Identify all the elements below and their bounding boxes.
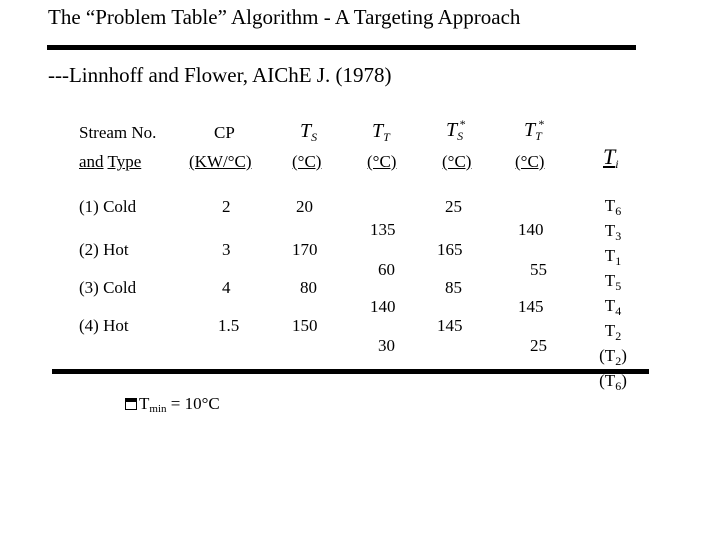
ti-item: (T6) bbox=[583, 371, 643, 396]
header-stream-line2: and Type bbox=[79, 152, 141, 172]
header-stream-and: and bbox=[79, 152, 104, 171]
header-stream-type: Type bbox=[107, 152, 142, 171]
row-4-ts-star: 145 bbox=[437, 316, 463, 335]
header-ti-symbol: Ti bbox=[603, 144, 619, 172]
header-ts-star-unit: (°C) bbox=[437, 152, 471, 172]
header-tt-unit: (°C) bbox=[367, 152, 397, 171]
row-2-stream: (2) Hot bbox=[79, 240, 129, 259]
tt-symbol: T bbox=[372, 120, 384, 142]
ts-star-sub: S bbox=[457, 129, 464, 143]
note-symbol: T bbox=[139, 394, 150, 413]
row-2-ts: 170 bbox=[292, 240, 318, 259]
header-stream-line1: Stream No. bbox=[79, 123, 157, 142]
ti-suffix: ) bbox=[621, 346, 627, 365]
row-3-tt: 140 bbox=[370, 297, 396, 316]
row-3-ts-star: 85 bbox=[445, 278, 462, 297]
row-4-tt-star: 25 bbox=[530, 336, 547, 355]
row-3-ts: 80 bbox=[300, 278, 317, 297]
row-1-ts-star: 25 bbox=[445, 197, 462, 216]
header-tt-star-unit: (°C) bbox=[510, 152, 544, 172]
header-cp-line1: CP bbox=[214, 123, 235, 142]
ti-item: T6 bbox=[583, 196, 643, 221]
header-tt-star-symbol: TT* bbox=[524, 117, 544, 144]
ti-sub: 4 bbox=[615, 304, 622, 318]
ti-symbol: T bbox=[604, 321, 616, 340]
ti-item: (T2) bbox=[583, 346, 643, 371]
ti-symbol: T bbox=[604, 346, 616, 365]
row-2-ts-star: 165 bbox=[437, 240, 463, 259]
slide-title: The “Problem Table” Algorithm - A Target… bbox=[48, 5, 521, 29]
ti-symbol: T bbox=[604, 221, 616, 240]
ti-item: T4 bbox=[583, 296, 643, 321]
row-2-tt-star: 55 bbox=[530, 260, 547, 279]
ti-column: T6 T3 T1 T5 T4 T2 (T2) (T6) bbox=[583, 196, 643, 396]
ti-item: T2 bbox=[583, 321, 643, 346]
row-3-cp: 4 bbox=[222, 278, 231, 297]
tt-star-symbol: T bbox=[524, 119, 536, 141]
row-3-stream: (3) Cold bbox=[79, 278, 137, 297]
ts-star-unit-text: (°C) bbox=[442, 152, 472, 171]
ts-star-sup: * bbox=[459, 117, 466, 131]
ti-symbol: T bbox=[604, 296, 616, 315]
ti-item: T1 bbox=[583, 246, 643, 271]
ti-sub: i bbox=[615, 157, 619, 171]
ti-item: T3 bbox=[583, 221, 643, 246]
tt-star-sub: T bbox=[535, 129, 542, 143]
row-4-tt: 30 bbox=[378, 336, 395, 355]
ti-sub: 1 bbox=[615, 254, 622, 268]
title-divider bbox=[47, 45, 636, 50]
tt-star-unit-text: (°C) bbox=[515, 152, 545, 171]
header-ts-star-symbol: TS* bbox=[446, 117, 465, 144]
row-4-cp: 1.5 bbox=[218, 316, 240, 335]
tt-star-sup: * bbox=[537, 117, 544, 131]
citation: ---Linnhoff and Flower, AIChE J. (1978) bbox=[48, 63, 392, 87]
note-sub: min bbox=[149, 403, 167, 415]
header-cp-unit: (KW/°C) bbox=[189, 152, 252, 171]
row-3-tt-star: 145 bbox=[518, 297, 544, 316]
row-1-ts: 20 bbox=[296, 197, 313, 216]
ti-symbol: T bbox=[604, 271, 616, 290]
row-1-cp: 2 bbox=[222, 197, 231, 216]
header-tt-symbol: TT bbox=[372, 120, 390, 145]
row-2-tt: 60 bbox=[378, 260, 395, 279]
header-ts-symbol: TS bbox=[300, 120, 317, 145]
ti-sub: 6 bbox=[615, 204, 622, 218]
row-1-tt-star: 140 bbox=[518, 220, 544, 239]
note-value: = 10°C bbox=[166, 394, 220, 413]
ti-symbol: T bbox=[604, 196, 616, 215]
ti-symbol: T bbox=[603, 144, 616, 169]
ti-symbol: T bbox=[604, 246, 616, 265]
table-bottom-divider bbox=[52, 369, 649, 374]
row-4-ts: 150 bbox=[292, 316, 318, 335]
row-1-stream: (1) Cold bbox=[79, 197, 137, 216]
ts-symbol: T bbox=[300, 120, 312, 142]
ti-sub: 2 bbox=[615, 329, 622, 343]
ts-sub: S bbox=[311, 130, 318, 144]
ts-star-symbol: T bbox=[446, 119, 458, 141]
header-ts-unit: (°C) bbox=[292, 152, 322, 171]
row-2-cp: 3 bbox=[222, 240, 231, 259]
tt-sub: T bbox=[383, 130, 390, 144]
delta-tmin-note: Tmin = 10°C bbox=[125, 394, 220, 415]
ti-sub: 5 bbox=[615, 279, 622, 293]
row-1-tt: 135 bbox=[370, 220, 396, 239]
row-4-stream: (4) Hot bbox=[79, 316, 129, 335]
ti-item: T5 bbox=[583, 271, 643, 296]
delta-box-icon bbox=[125, 398, 137, 410]
ti-sub: 3 bbox=[615, 229, 622, 243]
